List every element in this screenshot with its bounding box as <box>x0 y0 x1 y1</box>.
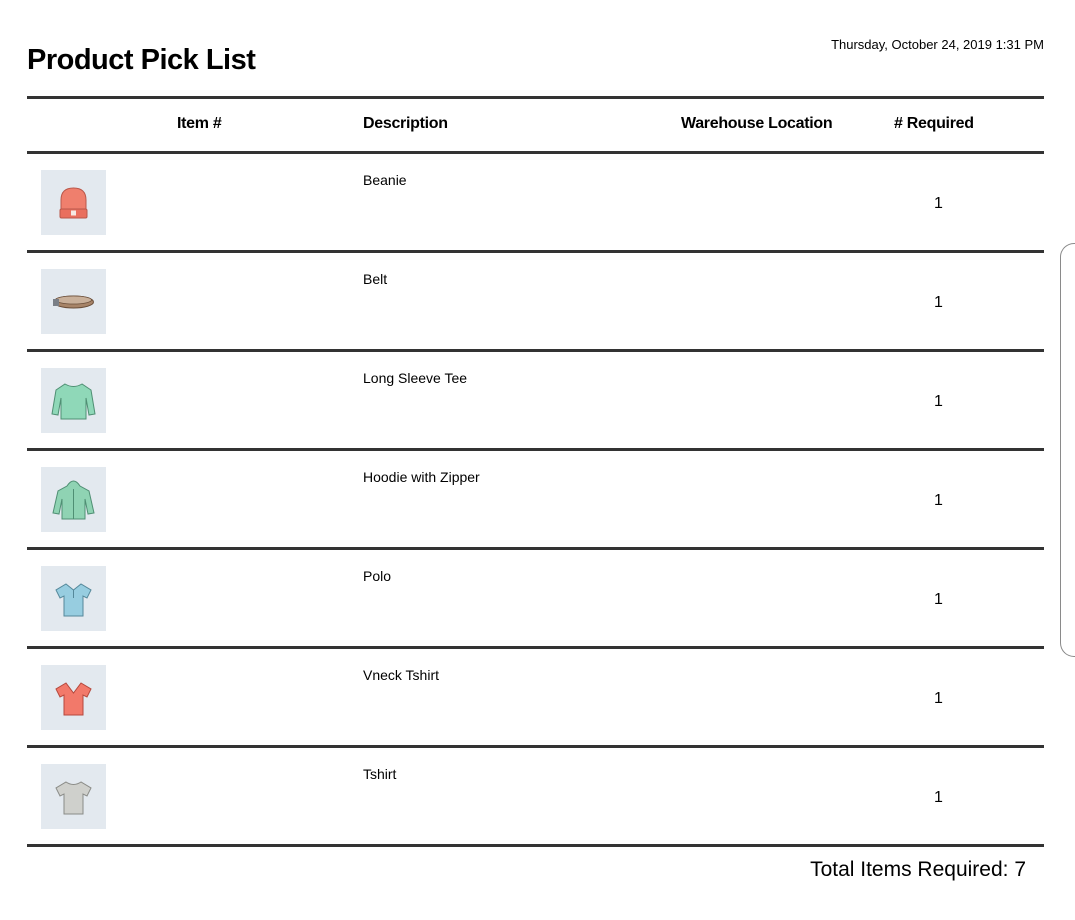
hoodie-icon <box>52 480 95 520</box>
item-required-count: 1 <box>934 393 943 410</box>
product-thumbnail <box>41 764 106 829</box>
product-thumbnail <box>41 566 106 631</box>
pick-list-table: Item # Description Warehouse Location # … <box>27 96 1044 847</box>
table-row: Beanie 1 <box>27 154 1044 253</box>
item-description: Tshirt <box>363 766 397 782</box>
item-required-count: 1 <box>934 789 943 806</box>
side-panel-handle[interactable] <box>1060 243 1075 657</box>
product-thumbnail <box>41 467 106 532</box>
item-description: Hoodie with Zipper <box>363 469 480 485</box>
product-thumbnail <box>41 368 106 433</box>
table-row: Polo 1 <box>27 550 1044 649</box>
item-required-count: 1 <box>934 294 943 311</box>
table-row: Belt 1 <box>27 253 1044 352</box>
column-header-warehouse-location: Warehouse Location <box>681 115 833 132</box>
column-header-required: # Required <box>894 115 974 132</box>
item-description: Long Sleeve Tee <box>363 370 468 386</box>
item-required-count: 1 <box>934 690 943 707</box>
polo-icon <box>55 583 92 617</box>
item-required-count: 1 <box>934 591 943 608</box>
table-row: Vneck Tshirt 1 <box>27 649 1044 748</box>
table-row: Hoodie with Zipper 1 <box>27 451 1044 550</box>
total-items-required: Total Items Required: 7 <box>810 858 1026 881</box>
product-thumbnail <box>41 170 106 235</box>
long-sleeve-tee-icon <box>51 383 96 420</box>
table-header: Item # Description Warehouse Location # … <box>27 96 1044 154</box>
item-description: Polo <box>363 568 392 584</box>
product-thumbnail <box>41 665 106 730</box>
product-thumbnail <box>41 269 106 334</box>
table-row: Long Sleeve Tee 1 <box>27 352 1044 451</box>
column-header-description: Description <box>363 115 448 132</box>
column-header-item-number: Item # <box>177 115 222 132</box>
item-required-count: 1 <box>934 195 943 212</box>
item-required-count: 1 <box>934 492 943 509</box>
report-timestamp: Thursday, October 24, 2019 1:31 PM <box>831 37 1044 52</box>
vneck-tshirt-icon <box>55 682 92 716</box>
beanie-icon <box>59 187 88 219</box>
page-title: Product Pick List <box>27 44 256 76</box>
belt-icon <box>53 295 94 309</box>
item-description: Belt <box>363 271 388 287</box>
tshirt-icon <box>55 781 92 815</box>
item-description: Vneck Tshirt <box>363 667 439 683</box>
table-row: Tshirt 1 <box>27 748 1044 847</box>
item-description: Beanie <box>363 172 407 188</box>
